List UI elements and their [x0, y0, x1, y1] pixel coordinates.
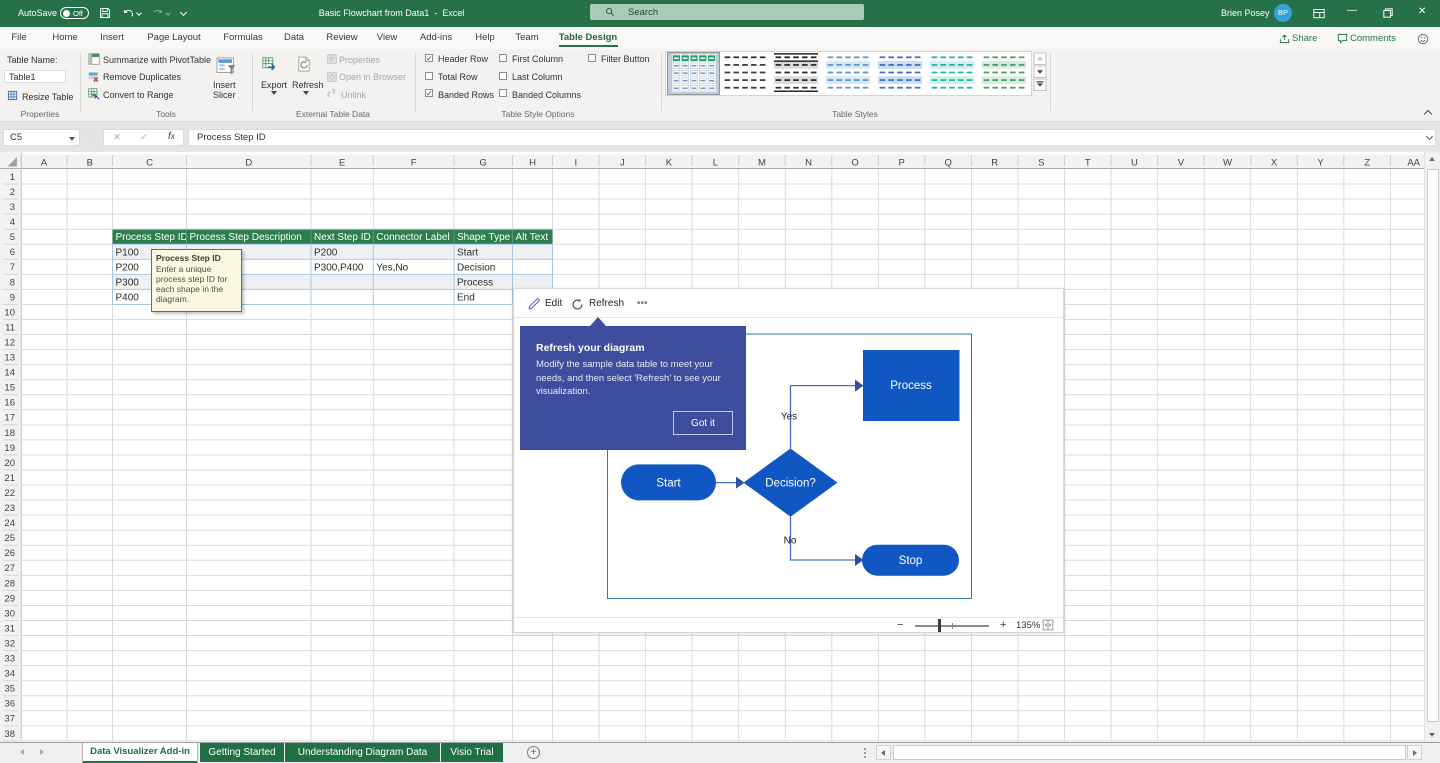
svg-text:AA: AA — [1407, 158, 1420, 169]
svg-text:Shape Type: Shape Type — [457, 232, 511, 243]
svg-text:15: 15 — [4, 383, 15, 394]
svg-text:Decision?: Decision? — [765, 478, 816, 490]
svg-text:26: 26 — [4, 548, 15, 559]
svg-text:Process Step Description: Process Step Description — [190, 232, 302, 243]
svg-text:23: 23 — [4, 503, 15, 514]
svg-text:S: S — [1038, 158, 1044, 169]
svg-text:P: P — [898, 158, 904, 169]
svg-text:O: O — [851, 158, 858, 169]
svg-text:31: 31 — [4, 623, 15, 634]
svg-text:38: 38 — [4, 729, 15, 740]
svg-text:3: 3 — [10, 202, 15, 213]
svg-text:L: L — [713, 158, 718, 169]
svg-text:33: 33 — [4, 654, 15, 665]
svg-text:Z: Z — [1364, 158, 1370, 169]
svg-text:11: 11 — [5, 322, 15, 333]
svg-text:G: G — [480, 158, 487, 169]
svg-text:10: 10 — [4, 307, 15, 318]
svg-text:22: 22 — [4, 488, 15, 499]
svg-text:R: R — [991, 158, 998, 169]
svg-text:P200: P200 — [314, 247, 338, 258]
svg-text:Start: Start — [457, 247, 478, 258]
svg-text:Process: Process — [890, 380, 932, 392]
svg-text:9: 9 — [10, 292, 15, 303]
svg-text:T: T — [1085, 158, 1091, 169]
svg-text:25: 25 — [4, 533, 15, 544]
svg-text:C: C — [146, 158, 153, 169]
svg-text:Start: Start — [656, 478, 681, 490]
svg-text:W: W — [1223, 158, 1232, 169]
svg-text:Yes,No: Yes,No — [376, 262, 408, 273]
svg-text:U: U — [1131, 158, 1138, 169]
svg-text:27: 27 — [4, 563, 15, 574]
svg-text:P300: P300 — [116, 277, 140, 288]
svg-text:18: 18 — [4, 428, 15, 439]
svg-text:2: 2 — [10, 187, 15, 198]
svg-text:19: 19 — [4, 443, 15, 454]
svg-text:16: 16 — [4, 398, 15, 409]
svg-text:6: 6 — [10, 247, 15, 258]
svg-text:32: 32 — [4, 638, 15, 649]
svg-text:A: A — [41, 158, 48, 169]
svg-text:X: X — [1271, 158, 1278, 169]
svg-text:12: 12 — [4, 337, 15, 348]
svg-text:N: N — [805, 158, 812, 169]
svg-text:P400: P400 — [116, 292, 140, 303]
svg-text:28: 28 — [4, 578, 15, 589]
svg-text:V: V — [1178, 158, 1185, 169]
svg-text:Y: Y — [1317, 158, 1324, 169]
svg-text:Q: Q — [944, 158, 951, 169]
svg-text:20: 20 — [4, 458, 15, 469]
svg-text:8: 8 — [10, 277, 15, 288]
svg-text:P300,P400: P300,P400 — [314, 262, 364, 273]
svg-text:4: 4 — [10, 217, 15, 228]
svg-text:E: E — [339, 158, 345, 169]
svg-text:P100: P100 — [116, 247, 140, 258]
svg-text:No: No — [784, 536, 797, 547]
svg-text:17: 17 — [4, 413, 15, 424]
svg-text:36: 36 — [4, 699, 15, 710]
svg-text:13: 13 — [4, 353, 15, 364]
svg-text:29: 29 — [4, 593, 15, 604]
svg-text:K: K — [666, 158, 673, 169]
svg-text:14: 14 — [4, 368, 15, 379]
svg-text:End: End — [457, 292, 475, 303]
svg-text:Stop: Stop — [899, 555, 923, 567]
svg-text:30: 30 — [4, 608, 15, 619]
svg-text:21: 21 — [4, 473, 15, 484]
svg-text:B: B — [87, 158, 93, 169]
svg-text:24: 24 — [4, 518, 15, 529]
svg-text:F: F — [411, 158, 417, 169]
svg-text:37: 37 — [4, 714, 15, 725]
svg-text:Process Step ID: Process Step ID — [116, 232, 188, 243]
svg-text:5: 5 — [10, 232, 15, 243]
svg-text:1: 1 — [10, 172, 15, 183]
svg-text:Next Step ID: Next Step ID — [314, 232, 371, 243]
svg-text:Connector Label: Connector Label — [376, 232, 449, 243]
svg-text:34: 34 — [4, 669, 15, 680]
svg-text:I: I — [574, 158, 577, 169]
svg-text:35: 35 — [4, 684, 15, 695]
svg-text:D: D — [245, 158, 252, 169]
svg-text:M: M — [758, 158, 766, 169]
svg-text:Yes: Yes — [781, 412, 797, 423]
svg-text:P200: P200 — [116, 262, 140, 273]
svg-text:Alt Text: Alt Text — [516, 232, 549, 243]
svg-text:J: J — [620, 158, 625, 169]
svg-text:Decision: Decision — [457, 262, 495, 273]
svg-text:7: 7 — [10, 262, 15, 273]
svg-text:Process: Process — [457, 277, 493, 288]
svg-text:H: H — [529, 158, 536, 169]
